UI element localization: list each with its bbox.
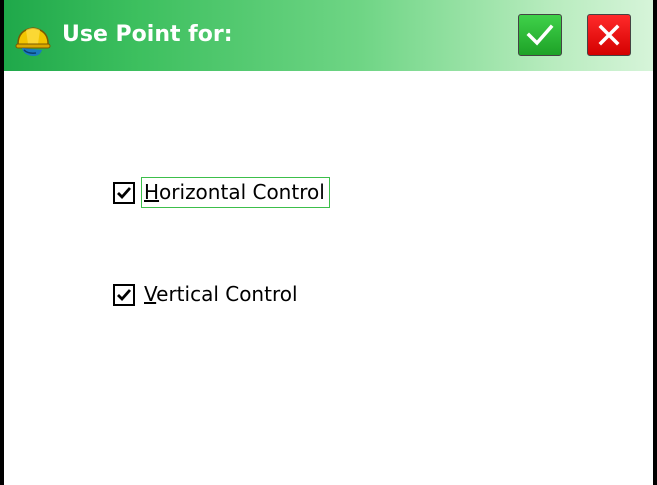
- horizontal-control-checkbox[interactable]: [113, 181, 135, 204]
- horizontal-control-label[interactable]: Horizontal Control: [141, 177, 330, 208]
- vertical-control-option[interactable]: Vertical Control: [113, 279, 303, 310]
- vertical-control-label[interactable]: Vertical Control: [141, 279, 303, 310]
- checkmark-icon: [526, 24, 554, 46]
- horizontal-control-option[interactable]: Horizontal Control: [113, 177, 330, 208]
- window-title: Use Point for:: [62, 22, 233, 47]
- ok-button[interactable]: [518, 14, 562, 56]
- window-frame-right: [653, 0, 657, 485]
- hardhat-icon[interactable]: [14, 20, 52, 58]
- close-x-icon: [598, 24, 620, 46]
- vertical-control-checkbox[interactable]: [113, 283, 135, 306]
- close-button[interactable]: [587, 14, 631, 56]
- title-bar: Use Point for:: [4, 0, 653, 71]
- use-point-dialog: Use Point for: Horizontal Control Vertic…: [0, 0, 657, 485]
- window-frame-left: [0, 0, 4, 485]
- checkbox-checkmark-icon: [117, 288, 132, 301]
- checkbox-checkmark-icon: [117, 186, 132, 199]
